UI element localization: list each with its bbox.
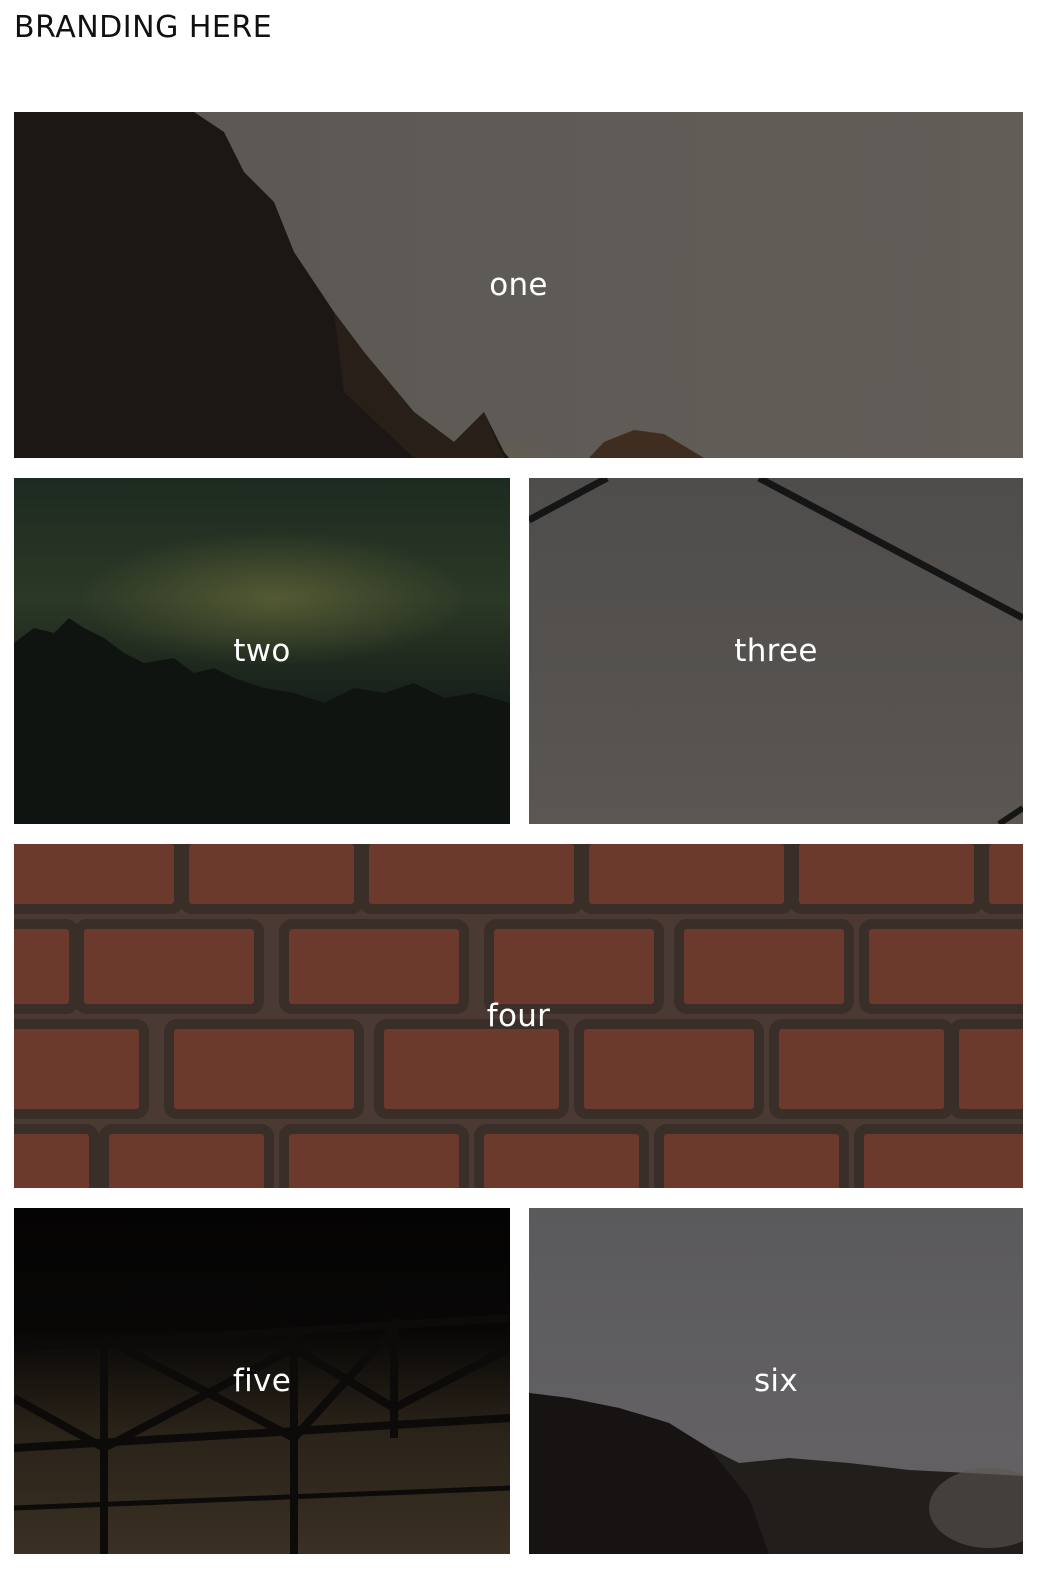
tile-five-label: five [232, 1363, 292, 1399]
tile-three-label: three [734, 633, 818, 669]
tile-one[interactable]: one [14, 112, 1023, 458]
tile-five[interactable]: five [14, 1208, 510, 1554]
tile-one-label: one [489, 267, 548, 303]
brand-logo-text[interactable]: BRANDING HERE [14, 10, 272, 46]
tile-six-label: six [753, 1363, 798, 1399]
tile-two-label: two [233, 633, 291, 669]
tile-four-label: four [486, 998, 551, 1034]
tile-two[interactable]: two [14, 478, 510, 824]
tile-four[interactable]: four [14, 844, 1023, 1188]
tile-three[interactable]: three [529, 478, 1023, 824]
tile-six[interactable]: six [529, 1208, 1023, 1554]
